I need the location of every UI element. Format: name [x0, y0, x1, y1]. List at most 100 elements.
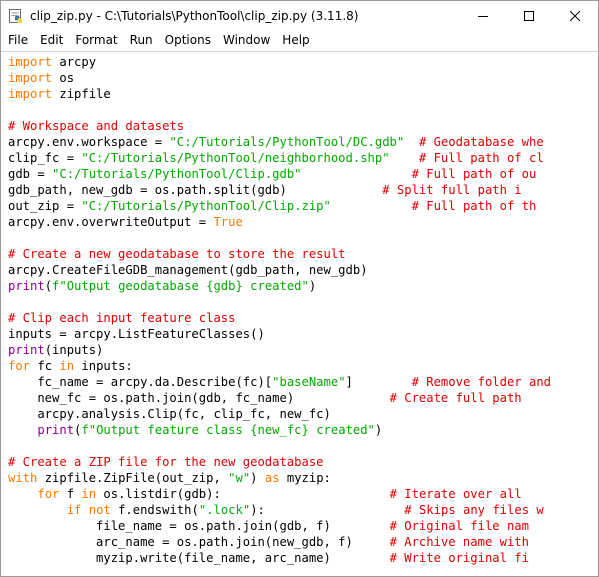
code-line[interactable]: for fc in inputs: — [8, 358, 598, 374]
code-line[interactable]: for f in os.listdir(gdb): # Iterate over… — [8, 486, 598, 502]
code-token: gdb_path, new_gdb = os.path.split(gdb) — [8, 183, 287, 197]
close-icon — [570, 11, 580, 21]
string-token: "C:/Tutorials/PythonTool/Clip.zip" — [81, 199, 331, 213]
code-token: arcpy.analysis.Clip(fc, clip_fc, new_fc) — [8, 407, 331, 421]
code-token: ) — [308, 279, 317, 293]
string-token: "C:/Tutorials/PythonTool/neighborhood.sh… — [81, 151, 390, 165]
code-line[interactable]: arcpy.CreateFileGDB_management(gdb_path,… — [8, 262, 598, 278]
code-line[interactable]: print(f"Output feature class {new_fc} cr… — [8, 422, 598, 438]
code-token: ): — [250, 503, 265, 517]
code-line[interactable] — [8, 294, 598, 310]
code-editor[interactable]: import arcpy import os import zipfile # Wor… — [1, 51, 598, 576]
code-line[interactable]: arcpy.analysis.Clip(fc, clip_fc, new_fc) — [8, 406, 598, 422]
close-button[interactable] — [552, 1, 598, 31]
code-line[interactable]: gdb_path, new_gdb = os.path.split(gdb) #… — [8, 182, 598, 198]
code-line[interactable]: inputs = arcpy.ListFeatureClasses() — [8, 326, 598, 342]
code-line[interactable]: # Create a ZIP file for the new geodatab… — [8, 454, 598, 470]
title-bar[interactable]: clip_zip.py - C:\Tutorials\PythonTool\cl… — [1, 1, 598, 31]
code-token: inputs: — [74, 359, 133, 373]
code-token: (inputs) — [44, 343, 104, 357]
code-line[interactable] — [8, 438, 598, 454]
code-line[interactable]: fc_name = arcpy.da.Describe(fc)["baseNam… — [8, 374, 598, 390]
code-token: os — [52, 71, 75, 85]
menu-options[interactable]: Options — [159, 31, 217, 50]
comment-token: # Full path of th — [411, 199, 537, 213]
code-text[interactable]: import arcpy import os import zipfile # Wor… — [1, 52, 598, 566]
menu-edit[interactable]: Edit — [34, 31, 69, 50]
code-token: gdb = — [8, 167, 53, 181]
code-line[interactable]: import zipfile — [8, 86, 598, 102]
comment-token: # Archive name with — [389, 535, 529, 549]
menu-file[interactable]: File — [1, 31, 34, 50]
comment-token: # Full path of ou — [411, 167, 537, 181]
code-token: new_fc = os.path.join(gdb, fc_name) — [8, 391, 295, 405]
code-line[interactable]: # Create a new geodatabase to store the … — [8, 246, 598, 262]
keyword-token: as — [264, 471, 280, 485]
keyword-token: for — [8, 359, 31, 373]
menu-run[interactable]: Run — [124, 31, 159, 50]
code-line[interactable]: import os — [8, 70, 598, 86]
code-line[interactable]: if not f.endswith(".lock"): # Skips any … — [8, 502, 598, 518]
code-token: clip_fc = — [8, 151, 82, 165]
string-token: f"Output feature class {new_fc} created" — [81, 423, 375, 437]
code-line[interactable]: arc_name = os.path.join(new_gdb, f) # Ar… — [8, 534, 598, 550]
code-line[interactable]: gdb = "C:/Tutorials/PythonTool/Clip.gdb"… — [8, 166, 598, 182]
string-token: "C:/Tutorials/PythonTool/DC.gdb" — [169, 135, 405, 149]
code-line[interactable]: myzip.write(file_name, arc_name) # Write… — [8, 550, 598, 566]
builtin-token: print — [37, 423, 75, 437]
code-token: ( — [44, 279, 53, 293]
code-line[interactable] — [8, 102, 598, 118]
code-token: zipfile.ZipFile(out_zip, — [37, 471, 229, 485]
code-line[interactable]: out_zip = "C:/Tutorials/PythonTool/Clip.… — [8, 198, 598, 214]
code-line[interactable]: arcpy.env.overwriteOutput = True — [8, 214, 598, 230]
code-token: arcpy.CreateFileGDB_management(gdb_path,… — [8, 263, 368, 277]
code-line[interactable]: # Workspace and datasets — [8, 118, 598, 134]
code-token: out_zip = — [8, 199, 82, 213]
menu-help[interactable]: Help — [276, 31, 315, 50]
code-line[interactable]: file_name = os.path.join(gdb, f) # Origi… — [8, 518, 598, 534]
code-line[interactable]: import arcpy — [8, 54, 598, 70]
maximize-button[interactable] — [506, 1, 552, 31]
string-token: f"Output geodatabase {gdb} created" — [52, 279, 309, 293]
comment-token: # Original file nam — [389, 519, 529, 533]
comment-token: # Iterate over all — [389, 487, 530, 501]
minimize-button[interactable] — [460, 1, 506, 31]
code-token: arcpy.env.overwriteOutput = — [8, 215, 214, 229]
menu-format[interactable]: Format — [69, 31, 123, 50]
comment-token: # Create a ZIP file for the new geodatab… — [8, 455, 324, 469]
code-line[interactable]: print(f"Output geodatabase {gdb} created… — [8, 278, 598, 294]
comment-token: # Remove folder and — [411, 375, 551, 389]
code-line[interactable] — [8, 230, 598, 246]
code-line[interactable]: with zipfile.ZipFile(out_zip, "w") as my… — [8, 470, 598, 486]
code-token: f.endswith( — [110, 503, 199, 517]
minimize-icon — [478, 16, 488, 17]
code-token: os.listdir(gdb): — [96, 487, 221, 501]
menu-window[interactable]: Window — [217, 31, 276, 50]
code-token: arc_name = os.path.join(new_gdb, f) — [8, 535, 353, 549]
code-token: fc — [30, 359, 60, 373]
code-line[interactable]: arcpy.env.workspace = "C:/Tutorials/Pyth… — [8, 134, 598, 150]
code-line[interactable]: print(inputs) — [8, 342, 598, 358]
code-token: zipfile — [52, 87, 111, 101]
string-token: ".lock" — [198, 503, 251, 517]
code-token: f — [59, 487, 82, 501]
comment-token: # Create full path — [389, 391, 529, 405]
code-line[interactable]: clip_fc = "C:/Tutorials/PythonTool/neigh… — [8, 150, 598, 166]
code-line[interactable]: new_fc = os.path.join(gdb, fc_name) # Cr… — [8, 390, 598, 406]
keyword-token: in — [59, 359, 75, 373]
code-token: myzip: — [279, 471, 331, 485]
code-token: ) — [374, 423, 383, 437]
keyword-token: import — [8, 87, 53, 101]
code-line[interactable]: # Clip each input feature class — [8, 310, 598, 326]
